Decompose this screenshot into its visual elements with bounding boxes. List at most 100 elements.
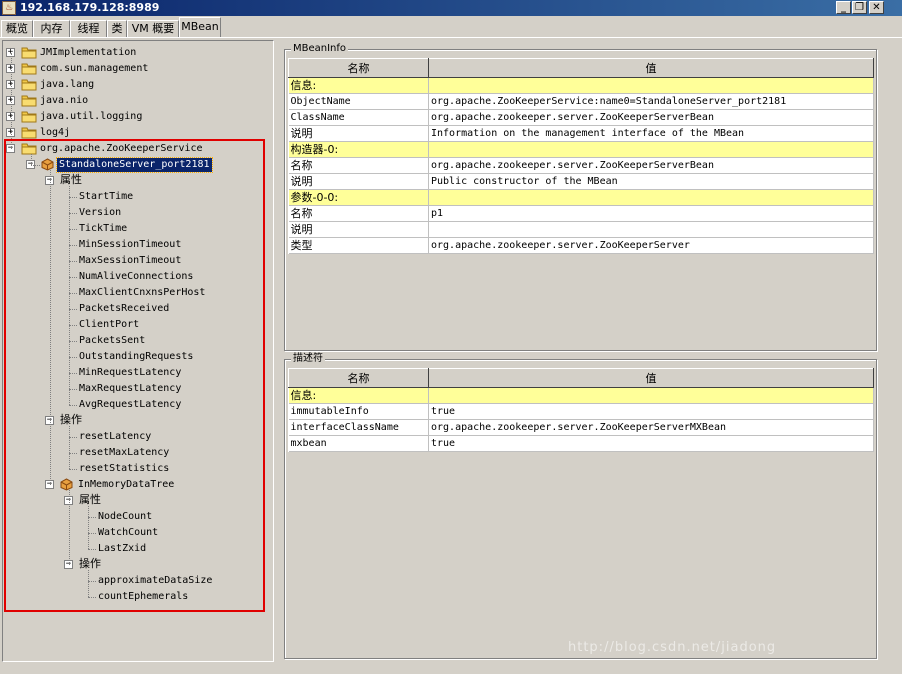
tab-3[interactable]: 类 (107, 20, 127, 38)
tree-node-attribute[interactable]: NumAliveConnections (3, 269, 273, 285)
tree-node-attribute[interactable]: MinSessionTimeout (3, 237, 273, 253)
property-name-cell[interactable]: 构造器-0: (288, 141, 429, 158)
tree-node-attribute[interactable]: LastZxid (3, 541, 273, 557)
tree-node-operation[interactable]: approximateDataSize (3, 573, 273, 589)
tree-node-operation[interactable]: countEphemerals (3, 589, 273, 605)
tree-node-attribute[interactable]: PacketsSent (3, 333, 273, 349)
property-value-cell[interactable]: org.apache.zookeeper.server.ZooKeeperSer… (428, 109, 874, 126)
tree-node-attribute[interactable]: ClientPort (3, 317, 273, 333)
property-value-cell[interactable]: Public constructor of the MBean (428, 173, 874, 190)
property-name-cell[interactable]: 信息: (288, 77, 429, 94)
table-row[interactable]: 名称 org.apache.zookeeper.server.ZooKeeperS… (288, 157, 874, 174)
table-row[interactable]: 说明 Information on the management interfac… (288, 125, 874, 142)
name-column-header[interactable]: 名称 (288, 368, 429, 388)
split-pane-divider[interactable] (276, 40, 281, 662)
table-row[interactable]: mxbean true (288, 435, 874, 452)
tree-node-zookeeper-domain[interactable]: − org.apache.ZooKeeperService (3, 141, 273, 157)
tree-node-operations[interactable]: − 操作 (3, 557, 273, 573)
property-value-cell[interactable] (428, 189, 874, 206)
property-value-cell[interactable]: p1 (428, 205, 874, 222)
tab-5[interactable]: MBean (179, 17, 221, 38)
property-value-cell[interactable]: org.apache.zookeeper.server.ZooKeeperSer… (428, 237, 874, 254)
value-column-header[interactable]: 值 (428, 368, 874, 388)
property-value-cell[interactable] (428, 387, 874, 404)
table-row[interactable]: 信息: (288, 77, 874, 94)
property-name-cell[interactable]: ClassName (288, 109, 429, 126)
property-name-cell[interactable]: 说明 (288, 125, 429, 142)
property-value-cell[interactable]: true (428, 435, 874, 452)
tab-1[interactable]: 内存 (33, 20, 70, 38)
tree-node-attribute[interactable]: TickTime (3, 221, 273, 237)
maximize-button[interactable]: ❐ (852, 1, 867, 14)
minimize-button[interactable]: _ (836, 1, 851, 14)
tab-0[interactable]: 概览 (1, 20, 33, 38)
value-column-header[interactable]: 值 (428, 58, 874, 78)
property-name-cell[interactable]: ObjectName (288, 93, 429, 110)
property-name-cell[interactable]: interfaceClassName (288, 419, 429, 436)
tree-node-attribute[interactable]: WatchCount (3, 525, 273, 541)
mbean-tree[interactable]: + JMImplementation + com.sun.management + jav… (2, 40, 274, 662)
tree-node-domain[interactable]: + log4j (3, 125, 273, 141)
mbeaninfo-table[interactable]: 名称 值 信息: ObjectName org.apache.ZooKeeperSe… (288, 58, 874, 254)
table-row[interactable]: 说明 Public constructor of the MBean (288, 173, 874, 190)
property-name-cell[interactable]: 说明 (288, 221, 429, 238)
property-value-cell[interactable]: org.apache.zookeeper.server.ZooKeeperSer… (428, 419, 874, 436)
tree-node-attribute[interactable]: PacketsReceived (3, 301, 273, 317)
tree-node-attribute[interactable]: MaxRequestLatency (3, 381, 273, 397)
table-row[interactable]: interfaceClassName org.apache.zookeeper.s… (288, 419, 874, 436)
table-row[interactable]: 构造器-0: (288, 141, 874, 158)
tree-node-operation[interactable]: resetStatistics (3, 461, 273, 477)
tree-node-attribute[interactable]: NodeCount (3, 509, 273, 525)
table-row[interactable]: 名称 p1 (288, 205, 874, 222)
property-value-cell[interactable]: true (428, 403, 874, 420)
tree-node-attribute[interactable]: MaxSessionTimeout (3, 253, 273, 269)
tab-2[interactable]: 线程 (70, 20, 107, 38)
property-value-cell[interactable] (428, 141, 874, 158)
table-row[interactable]: 类型 org.apache.zookeeper.server.ZooKeeperS… (288, 237, 874, 254)
property-name-cell[interactable]: 信息: (288, 387, 429, 404)
table-row[interactable]: 说明 (288, 221, 874, 238)
tree-node-domain[interactable]: + java.nio (3, 93, 273, 109)
tree-node-attribute[interactable]: OutstandingRequests (3, 349, 273, 365)
name-column-header[interactable]: 名称 (288, 58, 429, 78)
tab-4[interactable]: VM 概要 (127, 20, 179, 38)
tree-node-datatree-mbean[interactable]: − InMemoryDataTree (3, 477, 273, 493)
table-row[interactable]: ObjectName org.apache.ZooKeeperService:na… (288, 93, 874, 110)
property-name-cell[interactable]: immutableInfo (288, 403, 429, 420)
tree-node-attribute[interactable]: MinRequestLatency (3, 365, 273, 381)
tree-guide-line (31, 165, 40, 166)
table-row[interactable]: ClassName org.apache.zookeeper.server.Zoo… (288, 109, 874, 126)
tree-node-attributes[interactable]: − 属性 (3, 173, 273, 189)
tree-node-attribute[interactable]: StartTime (3, 189, 273, 205)
table-row[interactable]: 参数-0-0: (288, 189, 874, 206)
property-name-cell[interactable]: 说明 (288, 173, 429, 190)
table-row[interactable]: 信息: (288, 387, 874, 404)
tree-node-attribute[interactable]: Version (3, 205, 273, 221)
property-name-cell[interactable]: 参数-0-0: (288, 189, 429, 206)
property-value-cell[interactable]: org.apache.zookeeper.server.ZooKeeperSer… (428, 157, 874, 174)
tree-node-operation[interactable]: resetLatency (3, 429, 273, 445)
property-name-cell[interactable]: 名称 (288, 157, 429, 174)
tree-node-label: PacketsReceived (79, 303, 170, 314)
property-value-cell[interactable]: org.apache.ZooKeeperService:name0=Standa… (428, 93, 874, 110)
property-value-cell[interactable] (428, 77, 874, 94)
tree-node-label: PacketsSent (79, 335, 146, 346)
tree-node-attribute[interactable]: MaxClientCnxnsPerHost (3, 285, 273, 301)
tree-node-domain[interactable]: + java.lang (3, 77, 273, 93)
tree-node-operation[interactable]: resetMaxLatency (3, 445, 273, 461)
descriptor-table[interactable]: 名称 值 信息: immutableInfo true interfaceClassN… (288, 368, 874, 452)
property-name-cell[interactable]: 类型 (288, 237, 429, 254)
tree-node-attributes[interactable]: − 属性 (3, 493, 273, 509)
property-name-cell[interactable]: 名称 (288, 205, 429, 222)
property-value-cell[interactable]: Information on the management interface … (428, 125, 874, 142)
tree-node-attribute[interactable]: AvgRequestLatency (3, 397, 273, 413)
property-value-cell[interactable] (428, 221, 874, 238)
close-button[interactable]: ✕ (869, 1, 884, 14)
tree-node-domain[interactable]: + JMImplementation (3, 45, 273, 61)
table-row[interactable]: immutableInfo true (288, 403, 874, 420)
tree-node-domain[interactable]: + java.util.logging (3, 109, 273, 125)
tree-node-domain[interactable]: + com.sun.management (3, 61, 273, 77)
property-name-cell[interactable]: mxbean (288, 435, 429, 452)
tree-node-server-mbean[interactable]: − StandaloneServer_port2181 (3, 157, 273, 173)
tree-node-operations[interactable]: − 操作 (3, 413, 273, 429)
